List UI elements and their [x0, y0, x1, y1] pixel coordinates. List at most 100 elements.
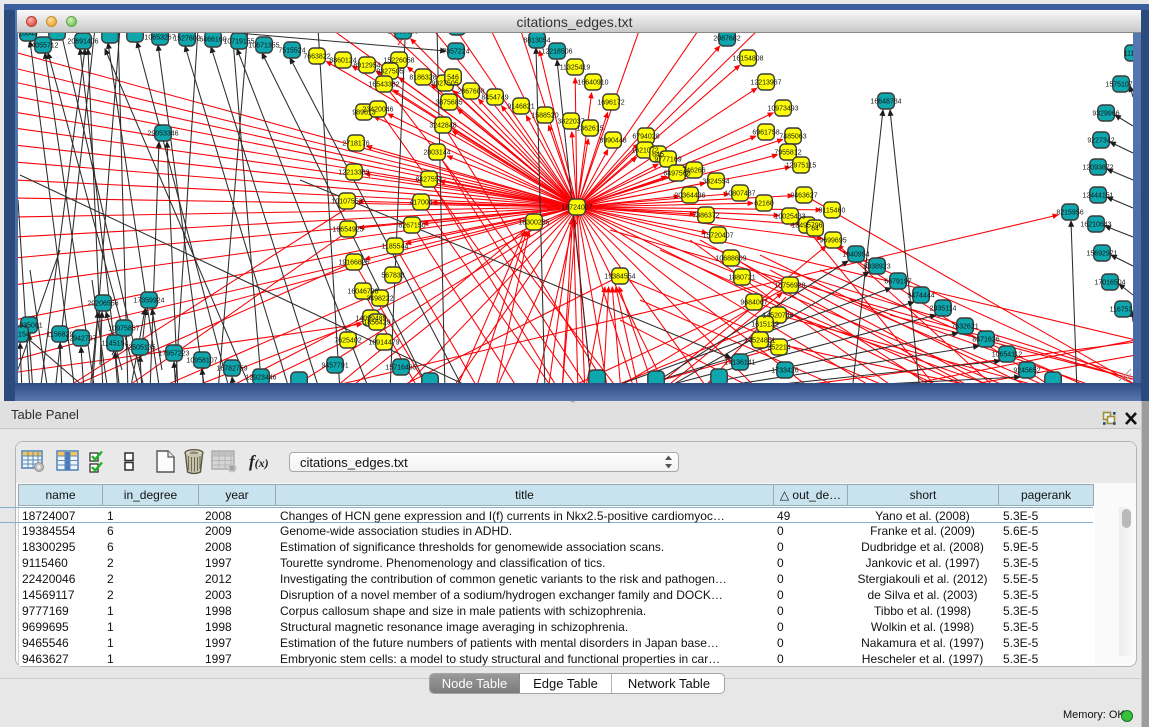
svg-text:10654112: 10654112	[992, 352, 1023, 359]
svg-text:12093872: 12093872	[1082, 165, 1113, 172]
svg-text:10107553: 10107553	[331, 199, 362, 206]
svg-text:15751074: 15751074	[1105, 82, 1133, 89]
svg-text:16648784: 16648784	[870, 99, 901, 106]
svg-text:9146821: 9146821	[507, 104, 534, 111]
svg-text:14520746: 14520746	[762, 313, 793, 320]
svg-text:1185544: 1185544	[382, 244, 409, 251]
svg-text:9699695: 9699695	[819, 238, 846, 245]
svg-text:1588520: 1588520	[531, 113, 558, 120]
svg-text:3242848: 3242848	[429, 123, 456, 130]
svg-text:18843: 18843	[18, 33, 38, 38]
svg-text:9457791: 9457791	[321, 363, 348, 370]
svg-text:12505135: 12505135	[124, 345, 155, 352]
svg-text:3824554: 3824554	[702, 179, 729, 186]
svg-text:10975867: 10975867	[108, 326, 139, 333]
svg-text:11325419: 11325419	[560, 65, 591, 72]
svg-text:7663822: 7663822	[303, 54, 330, 61]
svg-text:8454749: 8454749	[481, 95, 508, 102]
svg-text:2718176: 2718176	[342, 141, 369, 148]
svg-text:12218506: 12218506	[541, 49, 572, 56]
svg-text:1615132: 1615132	[751, 322, 778, 329]
svg-text:1935061: 1935061	[18, 323, 43, 330]
svg-text:15692971: 15692971	[1086, 251, 1117, 258]
svg-text:14136141: 14136141	[724, 360, 755, 367]
svg-text:12213967: 12213967	[750, 80, 781, 87]
svg-text:7515524: 7515524	[278, 48, 305, 55]
svg-text:8990448: 8990448	[599, 138, 626, 145]
svg-text:7357224: 7357224	[442, 49, 469, 56]
svg-text:16154808: 16154808	[732, 56, 763, 63]
svg-text:9474444: 9474444	[907, 293, 934, 300]
svg-text:14524851: 14524851	[744, 338, 775, 345]
svg-text:12975115: 12975115	[786, 163, 817, 170]
svg-text:7485063: 7485063	[779, 134, 806, 141]
svg-text:18914479: 18914479	[368, 340, 399, 347]
svg-text:12444151: 12444151	[1082, 193, 1113, 200]
svg-text:7955812: 7955812	[774, 150, 801, 157]
svg-text:11172: 11172	[1124, 51, 1133, 58]
svg-text:3875685: 3875685	[435, 100, 462, 107]
svg-text:9329966: 9329966	[1092, 111, 1119, 118]
svg-text:3498222: 3498222	[366, 296, 393, 303]
svg-text:23420046: 23420046	[362, 107, 393, 114]
svg-text:10671355: 10671355	[248, 43, 279, 50]
svg-text:1733426: 1733426	[771, 368, 798, 375]
svg-text:417004: 417004	[409, 200, 432, 207]
svg-text:16543382: 16543382	[368, 82, 399, 89]
svg-text:10958107: 10958107	[186, 358, 217, 365]
svg-text:12942737: 12942737	[65, 336, 96, 343]
svg-text:1856429: 1856429	[363, 320, 390, 327]
svg-text:746266: 746266	[682, 168, 705, 175]
svg-text:8938923: 8938923	[863, 264, 890, 271]
svg-text:10653267: 10653267	[144, 35, 175, 42]
svg-text:7386372: 7386372	[692, 213, 719, 220]
svg-text:546: 546	[447, 75, 459, 82]
svg-text:10756928: 10756928	[774, 283, 805, 290]
svg-text:7632621: 7632621	[951, 324, 978, 331]
svg-text:1640954: 1640954	[842, 252, 869, 259]
svg-text:10688609: 10688609	[715, 256, 746, 263]
svg-text:1362615: 1362615	[576, 126, 603, 133]
svg-text:9463627: 9463627	[790, 193, 817, 200]
svg-text:19166825: 19166825	[338, 260, 369, 267]
svg-text:20691406: 20691406	[67, 39, 98, 46]
svg-text:9777169: 9777169	[654, 157, 681, 164]
svg-text:9115460: 9115460	[819, 208, 846, 215]
svg-text:62160: 62160	[754, 201, 774, 208]
svg-text:17957223: 17957223	[158, 351, 189, 358]
svg-text:84: 84	[811, 226, 819, 233]
svg-text:1167533: 1167533	[1110, 307, 1133, 314]
svg-text:252214: 252214	[767, 345, 790, 352]
svg-text:14055712: 14055712	[27, 43, 58, 50]
svg-text:20206556: 20206556	[87, 301, 118, 308]
svg-text:1696172: 1696172	[597, 100, 624, 107]
svg-text:9684067: 9684067	[740, 300, 767, 307]
svg-text:20364436: 20364436	[674, 193, 705, 200]
svg-text:10025433: 10025433	[774, 214, 805, 221]
svg-text:2803144: 2803144	[423, 150, 450, 157]
svg-text:15226058: 15226058	[383, 58, 414, 65]
svg-text:16782759: 16782759	[216, 366, 247, 373]
svg-text:2087682: 2087682	[713, 36, 740, 43]
svg-text:17016504: 17016504	[1094, 280, 1125, 287]
svg-text:16033809: 16033809	[387, 33, 418, 36]
svg-text:9327505: 9327505	[376, 69, 403, 76]
svg-text:8215956: 8215956	[1056, 210, 1083, 217]
svg-text:29053346: 29053346	[147, 131, 178, 138]
svg-text:19654925: 19654925	[332, 227, 363, 234]
svg-text:15716485: 15716485	[385, 365, 416, 372]
svg-text:9327505: 9327505	[431, 81, 458, 88]
svg-text:12923446: 12923446	[245, 375, 276, 382]
svg-text:19384554: 19384554	[604, 274, 635, 281]
svg-text:10807487: 10807487	[724, 191, 755, 198]
svg-text:7625402: 7625402	[334, 338, 361, 345]
svg-text:3822037: 3822037	[557, 119, 584, 126]
svg-text:6794028: 6794028	[632, 134, 659, 141]
svg-text:6961758: 6961758	[752, 130, 779, 137]
svg-text:8813054: 8813054	[523, 38, 550, 45]
svg-text:12213383: 12213383	[338, 170, 369, 177]
svg-text:9245652: 9245652	[1013, 368, 1040, 375]
svg-text:16210643: 16210643	[1080, 222, 1111, 229]
svg-text:6679197: 6679197	[884, 279, 911, 286]
svg-text:1527602: 1527602	[173, 36, 200, 43]
